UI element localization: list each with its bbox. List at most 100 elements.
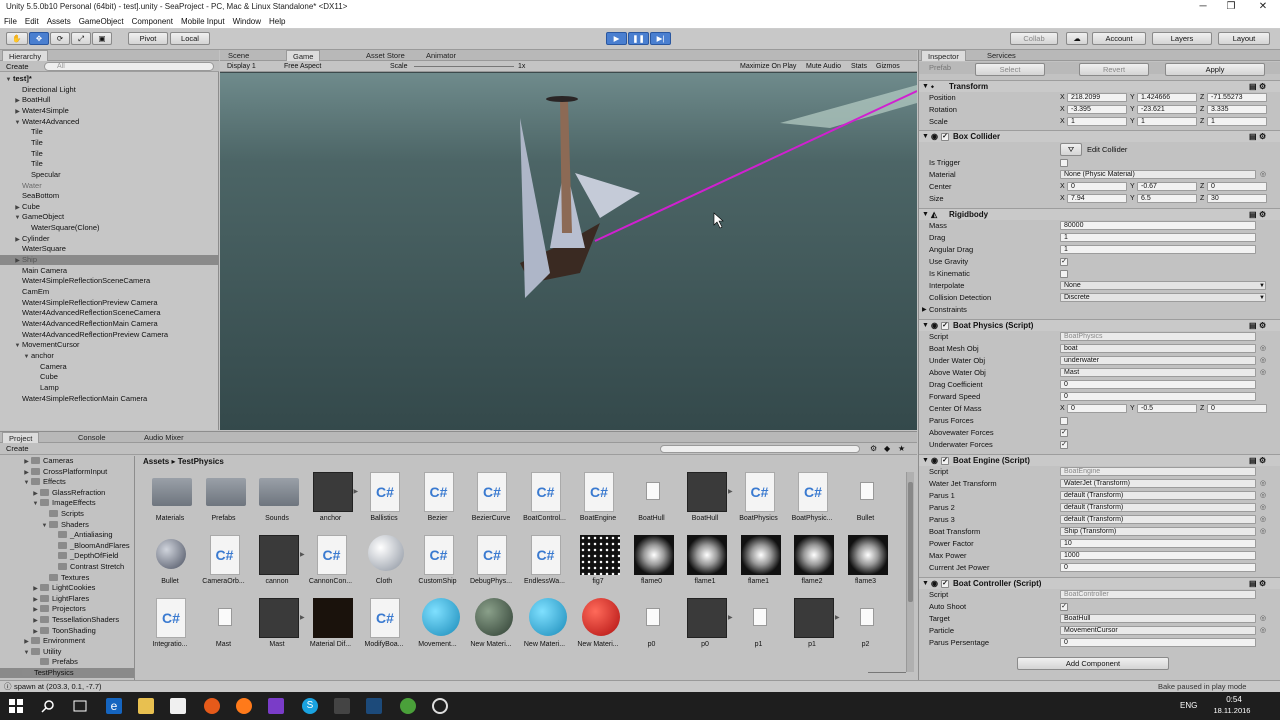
hierarchy-item[interactable]: Water4SimpleReflectionPreview Camera bbox=[0, 298, 219, 308]
expand-arrow-icon[interactable]: ▶ bbox=[13, 107, 22, 117]
local-button[interactable]: Local bbox=[170, 32, 210, 45]
value-field[interactable]: 10 bbox=[1060, 539, 1256, 548]
object-picker-icon[interactable]: ◎ bbox=[1260, 343, 1266, 355]
hierarchy-item[interactable]: ▶ Water4Simple bbox=[0, 106, 219, 116]
checkbox[interactable] bbox=[1060, 417, 1068, 425]
object-picker-icon[interactable]: ◎ bbox=[1260, 355, 1266, 367]
checkbox[interactable]: ✓ bbox=[1060, 429, 1068, 437]
project-folder-item[interactable]: _Antialiasing bbox=[0, 530, 134, 540]
y-value-field[interactable]: 6.5 bbox=[1137, 194, 1197, 203]
hierarchy-item[interactable]: Water4AdvancedReflectionSceneCamera bbox=[0, 308, 219, 318]
mute-audio-toggle[interactable]: Mute Audio bbox=[806, 61, 841, 72]
stats-toggle[interactable]: Stats bbox=[851, 61, 867, 72]
checkbox[interactable]: ✓ bbox=[1060, 441, 1068, 449]
checkbox[interactable]: ✓ bbox=[1060, 603, 1068, 611]
expand-arrow-icon[interactable]: ▶ bbox=[31, 616, 40, 626]
expand-arrow-icon[interactable]: ▼ bbox=[31, 499, 40, 509]
dropdown[interactable]: None bbox=[1060, 281, 1266, 290]
game-viewport[interactable] bbox=[220, 73, 917, 430]
rotate-tool-icon[interactable]: ⟳ bbox=[50, 32, 70, 45]
component-header[interactable]: ▼ ◉ ✓ Boat Engine (Script) ▤ ⚙ bbox=[919, 454, 1280, 466]
hierarchy-item[interactable]: Water4SimpleReflectionMain Camera bbox=[0, 394, 219, 404]
menu-component[interactable]: Component bbox=[128, 15, 177, 28]
firefox-icon[interactable] bbox=[236, 698, 252, 714]
taskbar-time[interactable]: 0:54 bbox=[1214, 695, 1254, 704]
task-view-icon[interactable] bbox=[72, 698, 88, 714]
component-header[interactable]: ▼ ◉ ✓ Box Collider ▤ ⚙ bbox=[919, 130, 1280, 142]
menu-gameobject[interactable]: GameObject bbox=[75, 15, 128, 28]
component-header[interactable]: ▼ ◉ ✓ Boat Controller (Script) ▤ ⚙ bbox=[919, 577, 1280, 589]
menu-window[interactable]: Window bbox=[229, 15, 265, 28]
x-value-field[interactable]: 7.94 bbox=[1067, 194, 1127, 203]
project-folder-item[interactable]: Contrast Stretch bbox=[0, 562, 134, 572]
explorer-icon[interactable] bbox=[138, 698, 154, 714]
hierarchy-create-button[interactable]: Create bbox=[6, 62, 29, 71]
asset-item[interactable]: C# CustomShip bbox=[411, 535, 465, 597]
asset-item[interactable]: p0 bbox=[625, 598, 679, 660]
asset-item[interactable]: Bullet bbox=[839, 472, 893, 534]
display-select[interactable]: Display 1 bbox=[227, 61, 256, 72]
x-value-field[interactable]: 0 bbox=[1067, 182, 1127, 191]
pivot-button[interactable]: Pivot bbox=[128, 32, 168, 45]
tab-console[interactable]: Console bbox=[72, 432, 112, 443]
breadcrumb-assets[interactable]: Assets bbox=[143, 457, 169, 466]
value-field[interactable]: 1 bbox=[1060, 233, 1256, 242]
step-icon[interactable]: ▶| bbox=[650, 32, 671, 45]
blender-icon[interactable] bbox=[204, 698, 220, 714]
asset-scrollbar[interactable] bbox=[906, 472, 914, 672]
value-field[interactable]: 80000 bbox=[1060, 221, 1256, 230]
expand-arrow-icon[interactable]: ▶ bbox=[31, 584, 40, 594]
windows-start-icon[interactable] bbox=[8, 698, 24, 714]
expand-arrow-icon[interactable]: ▶ bbox=[31, 627, 40, 637]
asset-item[interactable]: flame1 bbox=[678, 535, 732, 597]
project-folder-item[interactable]: _BloomAndFlares bbox=[0, 541, 134, 551]
hierarchy-item[interactable]: Water bbox=[0, 181, 219, 191]
breadcrumb-testphysics[interactable]: TestPhysics bbox=[178, 457, 224, 466]
expand-arrow-icon[interactable]: ▼ bbox=[4, 75, 13, 85]
object-field[interactable]: underwater bbox=[1060, 356, 1256, 365]
menu-mobile-input[interactable]: Mobile Input bbox=[177, 15, 229, 28]
asset-item[interactable]: C# BezierCurve bbox=[464, 472, 518, 534]
asset-item[interactable]: p1 bbox=[732, 598, 786, 660]
hierarchy-item[interactable]: Specular bbox=[0, 170, 219, 180]
hierarchy-item[interactable]: WaterSquare(Clone) bbox=[0, 223, 219, 233]
asset-item[interactable]: Material Dif... bbox=[304, 598, 358, 660]
hierarchy-item[interactable]: ▶ Cylinder bbox=[0, 234, 219, 244]
project-folder-item[interactable]: ▼ Utility bbox=[0, 647, 134, 657]
object-picker-icon[interactable]: ◎ bbox=[1260, 613, 1266, 625]
prefab-apply-button[interactable]: Apply bbox=[1165, 63, 1265, 76]
icon-size-slider[interactable] bbox=[868, 672, 906, 673]
taskbar-lang[interactable]: ENG bbox=[1180, 701, 1197, 710]
project-folder-item[interactable]: ▶ CrossPlatformInput bbox=[0, 467, 134, 477]
hierarchy-item[interactable]: Cube bbox=[0, 372, 219, 382]
project-folder-item[interactable]: ▶ ToonShading bbox=[0, 626, 134, 637]
asset-item[interactable]: flame0 bbox=[625, 535, 679, 597]
value-field[interactable]: 0 bbox=[1060, 392, 1256, 401]
y-value-field[interactable]: 1.424666 bbox=[1137, 93, 1197, 102]
expand-arrow-icon[interactable]: ▶ bbox=[31, 595, 40, 605]
object-picker-icon[interactable]: ◎ bbox=[1260, 514, 1266, 526]
edge-icon[interactable]: e bbox=[106, 698, 122, 714]
expand-arrow-icon[interactable]: ▶ bbox=[13, 235, 22, 245]
hierarchy-item[interactable]: Tile bbox=[0, 138, 219, 148]
asset-item[interactable]: ▶ anchor bbox=[304, 472, 358, 534]
component-enable-checkbox[interactable]: ✓ bbox=[941, 133, 949, 141]
hierarchy-item[interactable]: Directional Light bbox=[0, 85, 219, 95]
asset-item[interactable]: Bullet bbox=[143, 535, 197, 597]
z-value-field[interactable]: -71.55273 bbox=[1207, 93, 1267, 102]
tab-animator[interactable]: Animator bbox=[420, 50, 462, 61]
project-folder-item[interactable]: ▶ TessellationShaders bbox=[0, 615, 134, 626]
expand-arrow-icon[interactable]: ▼ bbox=[13, 213, 22, 223]
tab-asset-store[interactable]: Asset Store bbox=[360, 50, 411, 61]
project-create-button[interactable]: Create bbox=[6, 444, 29, 453]
asset-item[interactable]: BoatHull bbox=[625, 472, 679, 534]
tab-project[interactable]: Project bbox=[2, 432, 40, 443]
x-value-field[interactable]: 218.2099 bbox=[1067, 93, 1127, 102]
project-folder-item[interactable]: ▼ ImageEffects bbox=[0, 498, 134, 509]
asset-item[interactable]: C# ModifyBoa... bbox=[357, 598, 411, 660]
layers-button[interactable]: Layers bbox=[1152, 32, 1212, 45]
y-value-field[interactable]: -0.67 bbox=[1137, 182, 1197, 191]
y-value-field[interactable]: 1 bbox=[1137, 117, 1197, 126]
object-field[interactable]: BoatHull bbox=[1060, 614, 1256, 623]
project-folder-item[interactable]: ▶ Cameras bbox=[0, 456, 134, 466]
